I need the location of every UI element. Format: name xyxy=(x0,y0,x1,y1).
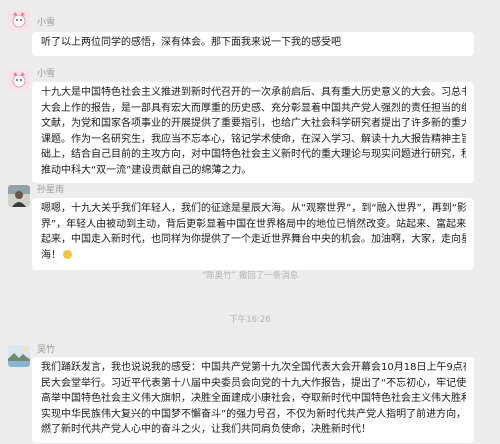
cartoon-avatar-icon xyxy=(8,69,30,91)
message-bubble[interactable]: 十九大是中国特色社会主义推进到新时代召开的一次承前启后、具有重大历史意义的大会。… xyxy=(32,82,474,183)
message-text: 高举中国特色社会主义伟大旗帜，决胜全面建成小康社会，夺取新时代中国特色社会主义伟… xyxy=(41,393,466,405)
message-text: 界”，年轻人由被动到主动，背后更彰显着中国在世界格局中的地位已悄然改变。站起来、… xyxy=(41,218,466,230)
sender-name: 小雪 xyxy=(37,18,56,28)
message-text: 听了以上两位同学的感悟，深有体会。那下面我来说一下我的感受吧 xyxy=(41,37,341,48)
sender-name: 吴竹 xyxy=(37,345,56,355)
avatar[interactable] xyxy=(8,9,30,31)
cartoon-avatar-icon xyxy=(8,9,30,31)
message-text: 嗯嗯，十九大关乎我们年轻人，我们的征途是星辰大海。从“观察世界”，到“融入世界”… xyxy=(41,203,466,214)
thumbs-up-emoji-icon xyxy=(63,249,72,259)
system-notice: “陈奥竹” 撤回了一条消息 xyxy=(0,271,500,282)
message-text: 实现中华民族伟大复兴的中国梦不懈奋斗”的强力号召，不仅为新时代共产党人指明了前进… xyxy=(41,408,466,420)
timestamp: 下午16:26 xyxy=(229,315,271,325)
avatar[interactable] xyxy=(8,345,30,367)
message-text: 大会上作的报告，是一部具有宏大而厚重的历史感、充分彰显着中国共产党人强烈的责任担… xyxy=(41,102,466,114)
message-text: 海！ xyxy=(41,248,466,264)
message-text: 础上，结合自己目前的主攻方向，对中国特色社会主义新时代的重大理论与现实问题进行研… xyxy=(41,149,466,161)
person-photo-avatar-icon xyxy=(8,185,30,207)
message-text: 起来，中国走入新时代，也同样为你提供了一个走近世界舞台中央的机会。加油啊，大家，… xyxy=(41,234,466,246)
avatar[interactable] xyxy=(8,185,30,207)
message-bubble[interactable]: 听了以上两位同学的感悟，深有体会。那下面我来说一下我的感受吧 xyxy=(32,32,474,56)
message-bubble[interactable]: 嗯嗯，十九大关乎我们年轻人，我们的征途是星辰大海。从“观察世界”，到“融入世界”… xyxy=(32,198,474,270)
sender-name: 小雪 xyxy=(37,69,56,79)
recall-user-name[interactable]: “陈奥竹” xyxy=(202,271,236,281)
message-text: 推动中科大“双一流”建设贡献自己的绵薄之力。 xyxy=(41,164,252,176)
message-bubble[interactable]: 我们踊跃发言，我也说说我的感受：中国共产党第十九次全国代表大会开幕会10月18日… xyxy=(32,357,474,443)
message-text: 燃了新时代共产党人心中的奋斗之火，让我们共同肩负使命，决胜新时代！ xyxy=(41,424,371,436)
message-text: 文献，为党和国家各项事业的开展提供了重要指引，也给广大社会科学研究者提出了许多新… xyxy=(41,118,466,130)
recall-notice-text: 撤回了一条消息 xyxy=(236,271,299,281)
message-text-tail: 海！ xyxy=(41,249,61,261)
landscape-photo-avatar-icon xyxy=(8,345,30,367)
sender-name: 孙星雨 xyxy=(37,185,65,195)
message-text: 课题。作为一名研究生，我应当不忘本心，铭记学术使命，在深入学习、解读十九大报告精… xyxy=(41,133,466,145)
message-text: 民大会堂举行。习近平代表第十八届中央委员会向党的十九大作报告，提出了“不忘初心，… xyxy=(41,377,466,389)
avatar[interactable] xyxy=(8,69,30,91)
message-text: 我们踊跃发言，我也说说我的感受：中国共产党第十九次全国代表大会开幕会10月18日… xyxy=(41,362,466,373)
message-text: 十九大是中国特色社会主义推进到新时代召开的一次承前启后、具有重大历史意义的大会。… xyxy=(41,87,466,98)
